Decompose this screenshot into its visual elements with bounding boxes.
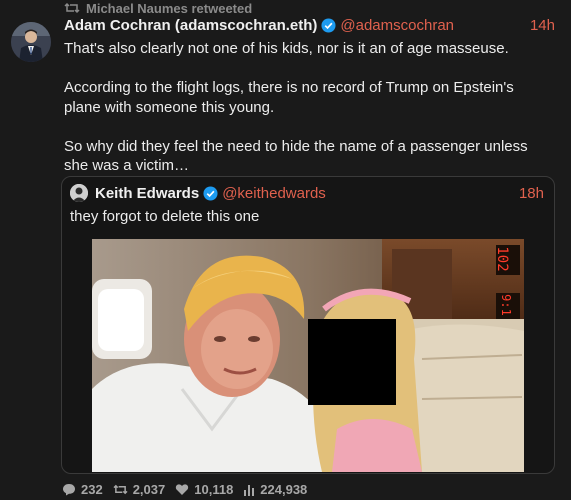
quoted-tweet-time[interactable]: 18h bbox=[519, 185, 544, 202]
svg-text:102: 102 bbox=[494, 246, 510, 271]
tweet-body: That's also clearly not one of his kids,… bbox=[64, 39, 544, 176]
quoted-avatar[interactable] bbox=[70, 184, 88, 202]
verified-badge-icon bbox=[203, 185, 218, 201]
tweet-header: Adam Cochran (adamscochran.eth) @adamsco… bbox=[64, 17, 555, 34]
reply-count-value: 232 bbox=[81, 482, 103, 497]
quoted-author-name[interactable]: Keith Edwards bbox=[95, 185, 199, 202]
retweet-icon bbox=[64, 1, 80, 15]
reply-icon bbox=[62, 483, 76, 496]
reply-count[interactable]: 232 bbox=[62, 482, 103, 497]
heart-icon bbox=[175, 483, 189, 496]
author-name[interactable]: Adam Cochran (adamscochran.eth) bbox=[64, 17, 317, 34]
retweet-label: Michael Naumes retweeted bbox=[86, 0, 253, 16]
retweet-count-value: 2,037 bbox=[132, 482, 166, 497]
like-count[interactable]: 10,118 bbox=[175, 482, 233, 497]
tweet-paragraph: According to the flight logs, there is n… bbox=[64, 79, 514, 116]
tweet-card: Michael Naumes retweeted Adam Cochran (a… bbox=[0, 0, 571, 500]
tweet-stats: 232 2,037 10,118 224,938 bbox=[62, 482, 307, 497]
avatar[interactable] bbox=[11, 22, 51, 62]
quoted-tweet-text: they forgot to delete this one bbox=[70, 208, 260, 225]
quoted-tweet-photo[interactable]: 102 9:1 bbox=[92, 239, 524, 472]
author-handle[interactable]: @adamscochran bbox=[340, 17, 454, 34]
retweet-count[interactable]: 2,037 bbox=[113, 482, 166, 497]
quoted-tweet[interactable]: Keith Edwards @keithedwards 18h they for… bbox=[61, 176, 555, 474]
quoted-tweet-header: Keith Edwards @keithedwards 18h bbox=[70, 184, 544, 202]
verified-badge-icon bbox=[321, 18, 336, 33]
tweet-paragraph: That's also clearly not one of his kids,… bbox=[64, 40, 509, 57]
view-count-value: 224,938 bbox=[260, 482, 308, 497]
views-bar-icon bbox=[243, 484, 255, 496]
retweet-header[interactable]: Michael Naumes retweeted bbox=[64, 0, 252, 16]
tweet-paragraph: So why did they feel the need to hide th… bbox=[64, 137, 528, 175]
tweet-time[interactable]: 14h bbox=[530, 17, 555, 34]
view-count[interactable]: 224,938 bbox=[243, 482, 307, 497]
quoted-author-handle[interactable]: @keithedwards bbox=[222, 185, 326, 202]
svg-text:9:1: 9:1 bbox=[499, 294, 513, 316]
like-count-value: 10,118 bbox=[194, 482, 234, 497]
retweet-icon bbox=[113, 483, 128, 496]
